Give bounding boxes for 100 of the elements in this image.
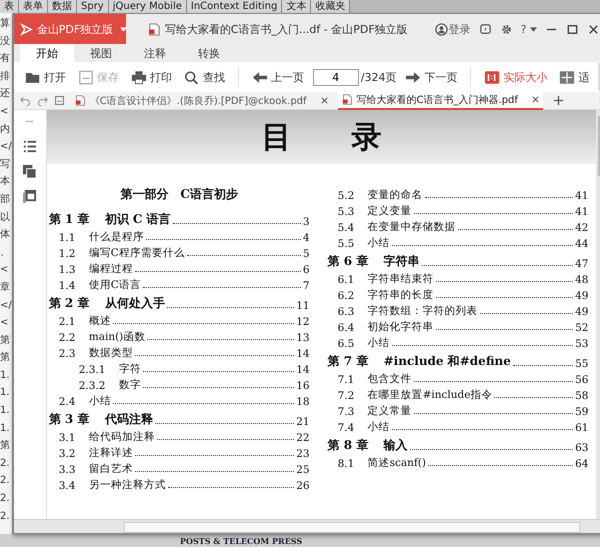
- list-icon[interactable]: [22, 139, 38, 154]
- section-number: 3.2: [58, 448, 76, 460]
- menu-item[interactable]: 收藏夹: [311, 0, 350, 13]
- section-number: 7.4: [336, 422, 356, 434]
- chapter-title: 代码注释: [104, 411, 153, 428]
- section-number: 8.1: [336, 458, 356, 470]
- actual-size-button[interactable]: 实际大小: [481, 70, 550, 84]
- next-page-button[interactable]: 下一页: [402, 70, 460, 84]
- add-tab-icon[interactable]: [552, 95, 564, 106]
- code-line: 写: [0, 158, 11, 172]
- pdf-file-icon: [74, 95, 86, 106]
- section-number: 2.3.1: [78, 364, 106, 376]
- code-line: 1.: [0, 422, 11, 436]
- maximize-icon[interactable]: [566, 22, 580, 36]
- section-title: 留白艺术: [88, 462, 133, 476]
- close-icon[interactable]: [532, 96, 539, 103]
- chapter-title: #include 和#define: [384, 353, 511, 370]
- close-icon[interactable]: [320, 97, 328, 104]
- ribbon-tab[interactable]: 注释: [128, 44, 182, 62]
- print-button[interactable]: 打印: [128, 70, 175, 84]
- page-number: 26: [296, 480, 310, 492]
- chapter-title: 字符串: [384, 253, 420, 270]
- section-number: 6.1: [336, 274, 356, 286]
- code-line: 算: [0, 17, 11, 31]
- close-icon[interactable]: [587, 22, 600, 36]
- menu-item[interactable]: InContext Editing: [186, 0, 282, 13]
- caret-icon: [120, 26, 128, 32]
- section-title: 字符串的长度: [368, 288, 434, 302]
- code-line: 没: [0, 34, 11, 49]
- code-line: 部: [0, 192, 11, 207]
- ribbon-tab[interactable]: 转换: [182, 44, 236, 62]
- section-number: 7.2: [336, 390, 356, 402]
- section-title: 简述scanf(): [368, 456, 426, 470]
- document-tab[interactable]: 写给大家看的C语言书_入门神器.pdf: [338, 92, 543, 110]
- printer-icon: [130, 70, 147, 84]
- open-button[interactable]: 打开: [22, 70, 69, 84]
- code-line: 排: [0, 70, 11, 84]
- login-button[interactable]: 登录: [434, 22, 471, 36]
- section-number: 2.1: [58, 316, 76, 328]
- previous-page-button[interactable]: 上一页: [248, 70, 307, 84]
- section-title: 初始化字符串: [368, 320, 434, 334]
- section-number: 2.4: [58, 396, 76, 408]
- menu-item[interactable]: Spry: [77, 0, 109, 13]
- save-icon[interactable]: [54, 95, 65, 106]
- fit-button[interactable]: 适: [556, 70, 592, 84]
- menu-item[interactable]: 数据: [48, 0, 77, 13]
- undo-icon[interactable]: [20, 95, 31, 106]
- page-number: 64: [575, 458, 588, 470]
- redo-icon[interactable]: [36, 95, 48, 106]
- message-icon[interactable]: [478, 22, 492, 36]
- ribbon-tab[interactable]: 视图: [74, 44, 128, 62]
- section-title: 字符串结束符: [368, 272, 434, 286]
- code-line: 1.: [0, 368, 11, 383]
- code-line: 2.: [0, 456, 11, 471]
- section-number: 1.4: [58, 280, 76, 292]
- section-number: 5.3: [336, 206, 356, 218]
- thumbnail-icon[interactable]: [22, 189, 38, 204]
- menu-item[interactable]: 表: [0, 0, 19, 13]
- section-number: 1.2: [58, 248, 76, 260]
- menu-item[interactable]: jQuery Mobile: [108, 0, 187, 13]
- page-number: 63: [575, 442, 588, 454]
- document-tab[interactable]: 《C语言设计伴侣》.(陈良乔).[PDF]@ckook.pdf: [70, 92, 332, 108]
- page-number: 49: [575, 306, 588, 318]
- page-number: 53: [575, 338, 588, 350]
- scrollbar-thumb[interactable]: [124, 522, 580, 533]
- layers-icon[interactable]: [22, 164, 38, 179]
- settings-icon[interactable]: [500, 22, 513, 36]
- page-number: 3: [302, 216, 310, 228]
- section-title: 使用C语言: [88, 278, 141, 292]
- section-title: 注释详述: [88, 446, 133, 460]
- page-number: 23: [296, 448, 310, 460]
- window-title: 写给大家看的C语言书_入门...df - 金山PDF独立版: [164, 22, 408, 36]
- find-button[interactable]: 查找: [180, 70, 228, 84]
- page-number: 13: [296, 332, 310, 344]
- horizontal-scrollbar[interactable]: [14, 519, 600, 533]
- page-number: 14: [296, 348, 310, 360]
- chapter-number: 第 7 章: [328, 353, 370, 370]
- help-button[interactable]: ?: [520, 22, 538, 36]
- user-icon: [434, 22, 448, 36]
- app-menu-button[interactable]: 金山PDF独立版: [14, 14, 126, 44]
- menu-item[interactable]: 文本: [282, 0, 312, 13]
- document-tab-label: 《C语言设计伴侣》.(陈良乔).[PDF]@ckook.pdf: [90, 94, 307, 108]
- ribbon-tab[interactable]: 开始: [20, 44, 74, 62]
- code-line: 以: [0, 210, 11, 225]
- chapter-title: 从何处入手: [104, 295, 165, 312]
- toc-heading: 目 录: [262, 118, 382, 156]
- page-number: 42: [575, 222, 588, 234]
- page-number: 4: [302, 232, 310, 244]
- page-number: 59: [575, 406, 588, 418]
- code-line: 还: [0, 87, 11, 102]
- section-title: 字符数组：字符的列表: [368, 304, 478, 318]
- code-line: 2.: [0, 474, 11, 488]
- section-number: 2.2: [58, 332, 76, 344]
- page-total: /324页: [360, 70, 396, 84]
- section-title: 在哪里放置#include指令: [368, 388, 492, 402]
- page-number-field[interactable]: 4: [312, 68, 359, 86]
- section-number: 5.5: [336, 238, 356, 250]
- section-title: 小结: [368, 420, 390, 434]
- code-line: 1.: [0, 386, 11, 400]
- menu-item[interactable]: 表单: [19, 0, 48, 13]
